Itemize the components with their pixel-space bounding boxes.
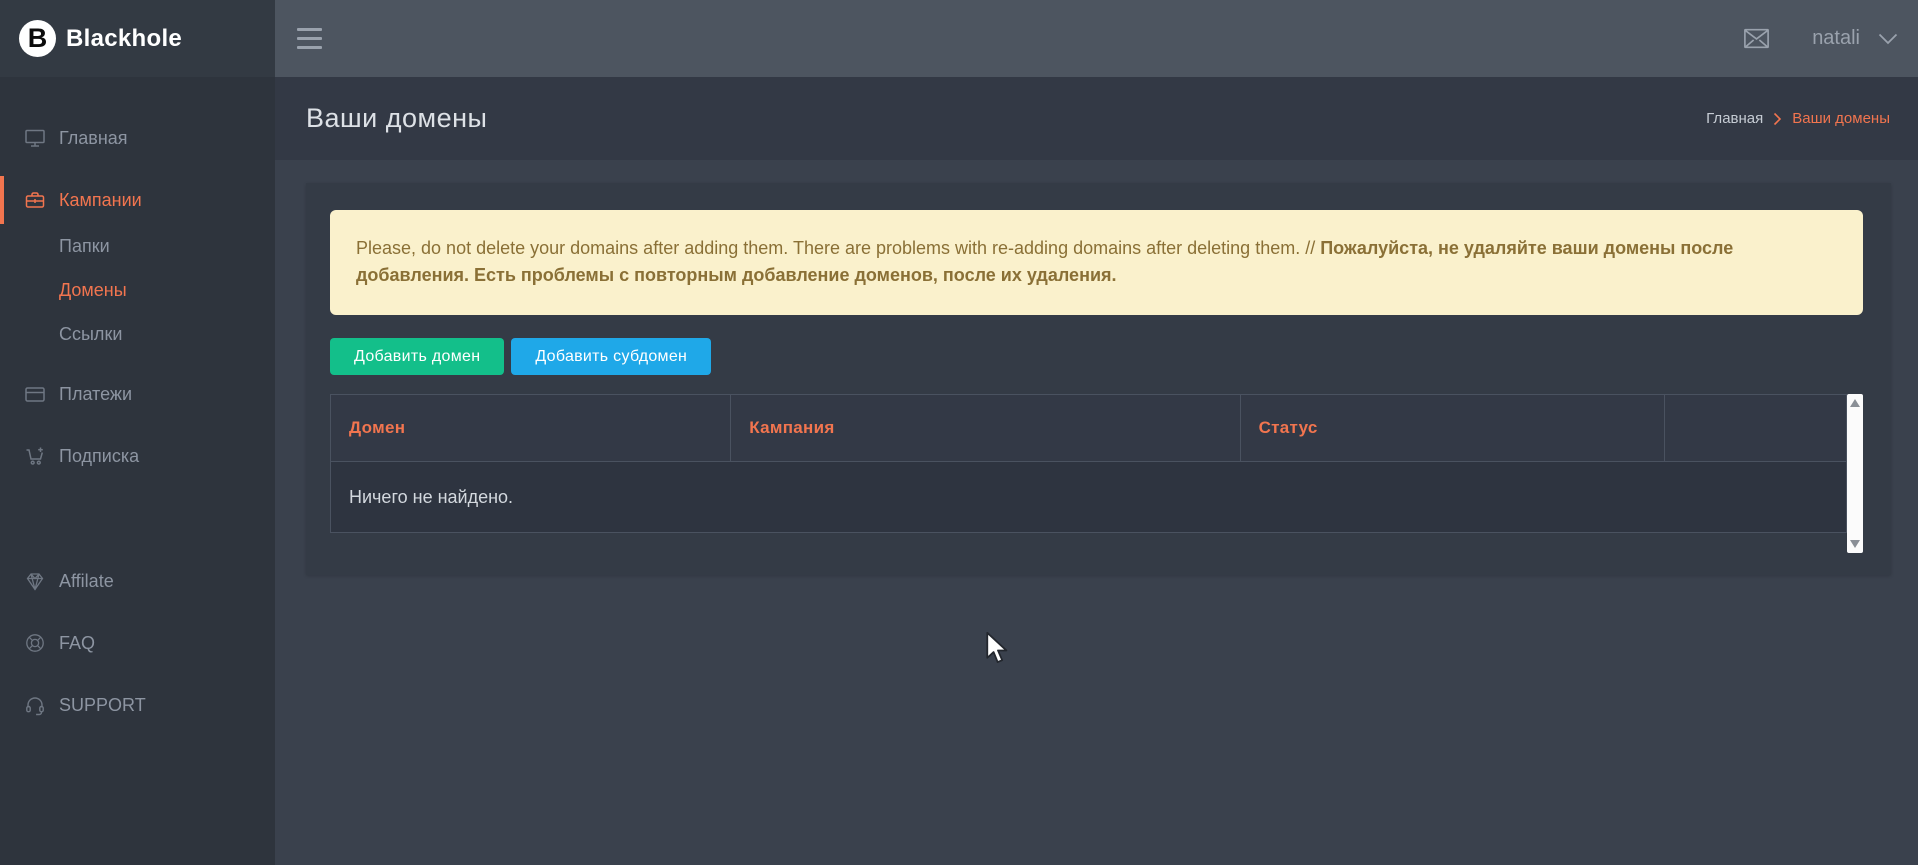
- column-header-actions: [1665, 395, 1847, 462]
- scroll-down-arrow-icon[interactable]: [1850, 540, 1860, 548]
- sidebar-item-support[interactable]: SUPPORT: [0, 681, 275, 729]
- breadcrumb: Главная Ваши домены: [1706, 110, 1890, 127]
- alert-text-en: Please, do not delete your domains after…: [356, 238, 1320, 258]
- page-title: Ваши домены: [306, 103, 487, 134]
- messages-button[interactable]: [1743, 28, 1770, 49]
- sidebar-item-label: Подписка: [59, 446, 139, 467]
- table-row: Ничего не найдено.: [331, 462, 1847, 533]
- sidebar-item-label: Кампании: [59, 190, 142, 211]
- sidebar: Главная Кампании Папки Домены Ссылки: [0, 77, 275, 865]
- sidebar-item-links[interactable]: Ссылки: [0, 312, 275, 356]
- table-header-row: Домен Кампания Статус: [331, 395, 1847, 462]
- column-header-domain: Домен: [331, 395, 731, 462]
- user-menu[interactable]: natali: [1812, 27, 1898, 50]
- cart-plus-icon: [24, 445, 46, 467]
- breadcrumb-home-link[interactable]: Главная: [1706, 110, 1763, 127]
- sidebar-item-payments[interactable]: Платежи: [0, 370, 275, 418]
- sidebar-item-label: SUPPORT: [59, 695, 146, 716]
- sidebar-item-label: Папки: [59, 236, 110, 257]
- breadcrumb-current: Ваши домены: [1792, 110, 1890, 127]
- envelope-icon: [1743, 28, 1770, 49]
- menu-toggle-button[interactable]: [295, 22, 324, 55]
- briefcase-icon: [24, 189, 46, 211]
- column-header-status: Статус: [1240, 395, 1664, 462]
- domains-table-container: Домен Кампания Статус Ничего не найдено.: [330, 394, 1863, 553]
- main-column: Ваши домены Главная Ваши домены Please, …: [275, 77, 1918, 865]
- add-subdomain-button[interactable]: Добавить субдомен: [511, 338, 711, 375]
- brand-logo-icon: B: [19, 20, 56, 57]
- topbar-main: natali: [275, 0, 1918, 77]
- page-header: Ваши домены Главная Ваши домены: [275, 77, 1918, 160]
- topbar: B Blackhole natali: [0, 0, 1918, 77]
- sidebar-item-label: Платежи: [59, 384, 132, 405]
- app-root: B Blackhole natali: [0, 0, 1918, 865]
- breadcrumb-chevron-icon: [1773, 112, 1782, 126]
- table-scrollbar[interactable]: [1847, 394, 1863, 553]
- life-ring-icon: [24, 632, 46, 654]
- monitor-icon: [24, 127, 46, 149]
- sidebar-item-label: Affilate: [59, 571, 114, 592]
- warning-alert: Please, do not delete your domains after…: [330, 210, 1863, 315]
- sidebar-item-subscription[interactable]: Подписка: [0, 432, 275, 480]
- sidebar-item-label: FAQ: [59, 633, 95, 654]
- hamburger-icon: [297, 28, 322, 31]
- add-domain-button[interactable]: Добавить домен: [330, 338, 504, 375]
- topbar-right: natali: [1743, 27, 1898, 50]
- username: natali: [1812, 27, 1860, 50]
- brand-logo[interactable]: B Blackhole: [0, 0, 275, 77]
- sidebar-item-folders[interactable]: Папки: [0, 224, 275, 268]
- actions-row: Добавить домен Добавить субдомен: [330, 338, 1863, 375]
- domains-table: Домен Кампания Статус Ничего не найдено.: [330, 394, 1847, 533]
- sidebar-item-label: Ссылки: [59, 324, 122, 345]
- column-header-campaign: Кампания: [731, 395, 1240, 462]
- sidebar-item-label: Главная: [59, 128, 128, 149]
- sidebar-item-affilate[interactable]: Affilate: [0, 557, 275, 605]
- chevron-down-icon: [1878, 33, 1898, 45]
- headset-icon: [24, 694, 46, 716]
- scroll-up-arrow-icon[interactable]: [1850, 399, 1860, 407]
- sidebar-item-campaigns[interactable]: Кампании: [0, 176, 275, 224]
- sidebar-item-label: Домены: [59, 280, 127, 301]
- sidebar-item-faq[interactable]: FAQ: [0, 619, 275, 667]
- empty-message: Ничего не найдено.: [331, 462, 1847, 533]
- content-area: Please, do not delete your domains after…: [275, 183, 1918, 865]
- brand-name: Blackhole: [66, 25, 182, 53]
- credit-card-icon: [24, 383, 46, 405]
- sidebar-item-domains[interactable]: Домены: [0, 268, 275, 312]
- diamond-icon: [24, 570, 46, 592]
- sidebar-item-main[interactable]: Главная: [0, 114, 275, 162]
- domains-card: Please, do not delete your domains after…: [306, 183, 1891, 575]
